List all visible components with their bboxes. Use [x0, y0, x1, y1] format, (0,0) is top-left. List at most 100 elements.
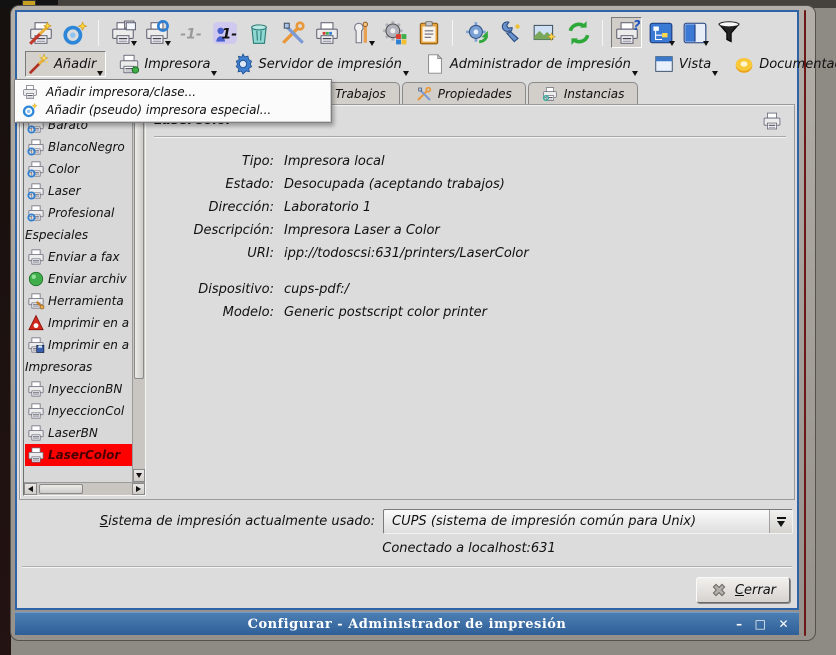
pdf-icon — [27, 314, 45, 332]
green-ball-icon — [27, 270, 45, 288]
info-row-spacer — [154, 269, 786, 282]
list-group-header: Impresoras — [25, 356, 132, 378]
list-item-enviar-archiv[interactable]: Enviar archiv — [25, 268, 132, 290]
scroll-right-button[interactable] — [132, 483, 145, 495]
printer-search-button[interactable] — [141, 17, 172, 48]
triangle-down-icon — [136, 473, 142, 478]
info-label: Tipo: — [154, 154, 274, 169]
increase-icon: 1- — [212, 20, 238, 46]
dropdown-caret-icon — [97, 71, 103, 76]
test-printer-icon — [314, 20, 340, 46]
add-printer-wizard-button[interactable] — [25, 17, 56, 48]
popup-item-a-adir-pseudo-impresora-especial[interactable]: Añadir (pseudo) impresora especial... — [17, 101, 329, 119]
configure-tools-icon — [280, 20, 306, 46]
close-x-icon — [710, 581, 728, 599]
print-system-value: CUPS (sistema de impresión común para Un… — [384, 514, 769, 529]
horizontal-scrollbar-thumb[interactable] — [39, 484, 83, 494]
list-item-inyeccioncol[interactable]: InyeccionCol — [25, 400, 132, 422]
info-label: Estado: — [154, 177, 274, 192]
list-item-herramienta[interactable]: Herramienta — [25, 290, 132, 312]
info-value: Impresora local — [284, 154, 385, 169]
configure-tools-button[interactable] — [277, 17, 308, 48]
maximize-button[interactable]: □ — [755, 618, 767, 630]
printer-icon — [762, 111, 782, 131]
info-label: Dispositivo: — [154, 282, 274, 297]
print-pages-button[interactable] — [107, 17, 138, 48]
scroll-down-button[interactable] — [133, 469, 145, 482]
gear-refresh-icon — [464, 20, 490, 46]
list-item-color[interactable]: Color — [25, 158, 132, 180]
info-row: URI:ipp://todoscsi:631/printers/LaserCol… — [154, 246, 786, 261]
remove-trash-button[interactable] — [243, 17, 274, 48]
popup-item-a-adir-impresora-clase[interactable]: Añadir impresora/clase... — [17, 83, 329, 101]
vertical-scrollbar-thumb[interactable] — [134, 110, 144, 379]
tree-view-button[interactable] — [645, 17, 676, 48]
wizard-image-button[interactable] — [529, 17, 560, 48]
printer-help-button[interactable]: ? — [611, 17, 642, 48]
print-system-combobox[interactable]: CUPS (sistema de impresión común para Un… — [383, 509, 793, 534]
info-value: cups-pdf:/ — [284, 282, 349, 297]
list-item-blanconegro[interactable]: BlancoNegro — [25, 136, 132, 158]
menu-administrador-de-impresi-n[interactable]: Administrador de impresión — [421, 51, 641, 77]
toolbar-separator — [98, 20, 99, 46]
refresh-button[interactable] — [563, 17, 594, 48]
vertical-scrollbar[interactable] — [132, 109, 145, 482]
wrench-help-button[interactable] — [495, 17, 526, 48]
combobox-dropdown-button[interactable] — [769, 510, 792, 533]
dropdown-caret-icon — [632, 71, 638, 76]
menu-label: Servidor de impresión — [258, 57, 401, 72]
chevron-down-icon — [777, 521, 785, 527]
list-item-imprimir-en-a[interactable]: Imprimir en a — [25, 312, 132, 334]
filter-button[interactable] — [713, 17, 744, 48]
report-clipboard-button[interactable] — [413, 17, 444, 48]
menu-label: Documentación — [759, 57, 836, 72]
list-item-lasercolor[interactable]: LaserColor — [25, 444, 132, 466]
printer-info-panel: LaserColor Tipo:Impresora localEstado:De… — [154, 113, 786, 493]
menu-servidor-de-impresi-n[interactable]: Servidor de impresión — [229, 51, 411, 77]
close-button[interactable]: Cerrar — [696, 577, 790, 603]
increase-button[interactable]: 1- — [209, 17, 240, 48]
tab-instancias[interactable]: Instancias — [528, 82, 639, 104]
close-window-button[interactable]: ✕ — [778, 618, 789, 630]
list-item-inyeccionbn[interactable]: InyeccionBN — [25, 378, 132, 400]
menu-vista[interactable]: Vista — [650, 51, 721, 77]
window-frame-accent — [804, 10, 806, 636]
list-item-label: LaserColor — [48, 448, 120, 462]
list-item-enviar-a-fax[interactable]: Enviar a fax — [25, 246, 132, 268]
horizontal-scrollbar[interactable] — [24, 482, 145, 495]
test-printer-button[interactable] — [311, 17, 342, 48]
dropdown-caret-icon — [403, 71, 409, 76]
menu-a-adir[interactable]: Añadir — [25, 51, 106, 77]
list-item-imprimir-en-a[interactable]: Imprimir en a — [25, 334, 132, 356]
menu-documentaci-n[interactable]: Documentación — [730, 51, 836, 77]
list-item-label: Enviar a fax — [48, 250, 120, 264]
gear-refresh-button[interactable] — [461, 17, 492, 48]
tool-dropdown-button[interactable] — [345, 17, 376, 48]
remove-trash-icon — [246, 20, 272, 46]
menu-label: Impresora — [144, 57, 210, 72]
column-view-button[interactable] — [679, 17, 710, 48]
list-item-profesional[interactable]: Profesional — [25, 202, 132, 224]
menu-label: Añadir — [54, 57, 96, 72]
menu-impresora[interactable]: Impresora — [115, 51, 220, 77]
menu-label: Administrador de impresión — [450, 57, 631, 72]
window-title: Configurar - Administrador de impresión — [248, 617, 567, 632]
printer-small-icon — [22, 84, 38, 100]
window-titlebar[interactable]: Configurar - Administrador de impresión … — [15, 612, 799, 635]
triangle-left-icon — [28, 486, 33, 492]
list-item-laser[interactable]: Laser — [25, 180, 132, 202]
list-item-laserbn[interactable]: LaserBN — [25, 422, 132, 444]
popup-item-label: Añadir impresora/clase... — [46, 85, 196, 99]
list-item-label: Enviar archiv — [48, 272, 127, 286]
gear-system-button[interactable] — [379, 17, 410, 48]
printer-class-icon — [27, 138, 45, 156]
info-label: Descripción: — [154, 223, 274, 238]
scroll-left-button[interactable] — [24, 483, 37, 495]
list-item-label: Color — [48, 162, 79, 176]
list-group-header: Especiales — [25, 224, 132, 246]
tab-propiedades[interactable]: Propiedades — [402, 82, 526, 104]
add-special-printer-button[interactable] — [59, 17, 90, 48]
gear-blue-icon — [232, 53, 254, 75]
minimize-button[interactable]: – — [736, 618, 743, 630]
decrease-disabled-button[interactable]: -1- — [175, 17, 206, 48]
